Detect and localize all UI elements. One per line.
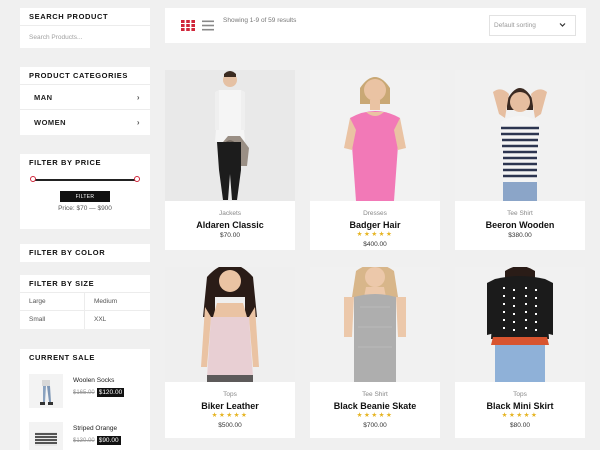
sort-selected-value: Default sorting (494, 22, 536, 29)
categories-widget: Product Categories MAN › WOMEN › (20, 67, 150, 135)
product-image[interactable] (455, 267, 585, 382)
slider-handle-max[interactable] (134, 176, 140, 182)
product-title[interactable]: Black Beanie Skate (310, 401, 440, 411)
list-view-icon[interactable] (202, 20, 214, 31)
sale-price: $120.00 (96, 388, 125, 397)
product-card[interactable]: Dresses Badger Hair ★★★★★ $400.00 (310, 70, 440, 250)
old-price: $165.00 (73, 389, 95, 396)
sale-item-name[interactable]: Woolen Socks (73, 377, 124, 384)
product-price: $500.00 (218, 422, 242, 429)
product-title[interactable]: Black Mini Skirt (455, 401, 585, 411)
price-range-slider[interactable] (30, 172, 140, 188)
sale-item[interactable]: Striped Orange $130.00 $90.00 (20, 415, 150, 450)
category-item-women[interactable]: WOMEN › (20, 110, 150, 135)
product-image[interactable] (455, 70, 585, 201)
star-rating: ★★★★★ (356, 231, 394, 238)
categories-widget-title: Product Categories (20, 67, 150, 85)
size-option[interactable]: Small (20, 311, 85, 329)
product-title[interactable]: Beeron Wooden (455, 220, 585, 230)
size-filter-widget: Filter By Size Large Medium Small XXL (20, 275, 150, 329)
result-count: Showing 1-9 of 59 results (223, 17, 297, 24)
chevron-right-icon: › (136, 92, 140, 102)
grid-view-icon[interactable] (181, 20, 195, 31)
product-price: $700.00 (363, 422, 387, 429)
product-category[interactable]: Tops (165, 391, 295, 398)
product-image[interactable] (165, 70, 295, 201)
slider-handle-min[interactable] (30, 176, 36, 182)
product-price: $70.00 (220, 232, 240, 239)
price-filter-widget: Filter By Price FILTER Price: $70 — $900 (20, 154, 150, 229)
category-label: MAN (34, 92, 53, 102)
size-grid: Large Medium Small XXL (20, 293, 150, 329)
product-card[interactable]: Tee Shirt Beeron Wooden $380.00 (455, 70, 585, 250)
slider-track (32, 179, 138, 181)
price-range-text: Price: $70 — $900 (58, 205, 112, 212)
current-sale-title: Current Sale (29, 353, 95, 362)
sale-item[interactable]: Woolen Socks $165.00 $120.00 (20, 367, 150, 415)
size-filter-title: Filter By Size (20, 275, 150, 293)
search-input[interactable] (20, 26, 150, 48)
category-label: WOMEN (34, 118, 67, 127)
product-price: $80.00 (510, 422, 530, 429)
chevron-right-icon: › (136, 118, 140, 127)
current-sale-widget: Current Sale Woolen Socks $165.00 $120.0… (20, 349, 150, 450)
product-image[interactable] (310, 70, 440, 201)
size-option[interactable]: Large (20, 293, 85, 311)
filter-button[interactable]: FILTER (60, 191, 110, 202)
color-filter-widget[interactable]: Filter By Color (20, 244, 150, 262)
star-rating: ★★★★★ (211, 412, 249, 419)
search-widget-title: Search Product (20, 8, 150, 26)
star-rating: ★★★★★ (356, 412, 394, 419)
product-image[interactable] (310, 267, 440, 382)
sort-dropdown[interactable]: Default sorting (489, 15, 576, 36)
product-title[interactable]: Aldaren Classic (165, 220, 295, 230)
old-price: $130.00 (73, 437, 95, 444)
star-rating: ★★★★★ (501, 412, 539, 419)
product-category[interactable]: Tee Shirt (310, 391, 440, 398)
product-title[interactable]: Biker Leather (165, 401, 295, 411)
sale-price: $90.00 (96, 436, 121, 445)
price-filter-title: Filter By Price (29, 158, 102, 167)
product-card[interactable]: Tee Shirt Black Beanie Skate ★★★★★ $700.… (310, 267, 440, 438)
product-thumbnail[interactable] (29, 374, 63, 408)
product-image[interactable] (165, 267, 295, 382)
product-category[interactable]: Dresses (310, 210, 440, 217)
product-price: $400.00 (363, 241, 387, 248)
product-price: $380.00 (508, 232, 532, 239)
size-option[interactable]: XXL (85, 311, 150, 329)
product-category[interactable]: Jackets (165, 210, 295, 217)
product-category[interactable]: Tee Shirt (455, 210, 585, 217)
product-category[interactable]: Tops (455, 391, 585, 398)
category-item-man[interactable]: MAN › (20, 85, 150, 110)
color-filter-title: Filter By Color (29, 248, 106, 257)
shop-toolbar: Showing 1-9 of 59 results Default sortin… (165, 8, 586, 43)
search-widget: Search Product (20, 8, 150, 48)
product-card[interactable]: Tops Biker Leather ★★★★★ $500.00 (165, 267, 295, 438)
size-option[interactable]: Medium (85, 293, 150, 311)
sale-item-name[interactable]: Striped Orange (73, 425, 121, 432)
product-title[interactable]: Badger Hair (310, 220, 440, 230)
chevron-down-icon (559, 23, 566, 27)
product-card[interactable]: Jackets Aldaren Classic $70.00 (165, 70, 295, 250)
product-card[interactable]: Tops Black Mini Skirt ★★★★★ $80.00 (455, 267, 585, 438)
product-thumbnail[interactable] (29, 422, 63, 450)
